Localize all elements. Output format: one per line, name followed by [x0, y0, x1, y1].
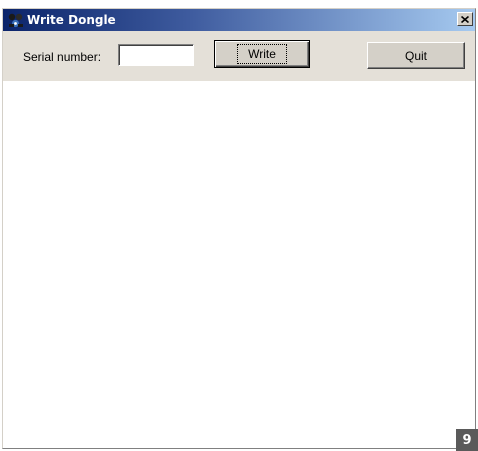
output-area: [3, 81, 475, 448]
dongle-app-icon: [6, 12, 24, 28]
close-button[interactable]: [457, 12, 473, 26]
write-button[interactable]: Write: [214, 40, 310, 68]
serial-number-label: Serial number:: [23, 50, 102, 64]
serial-number-input[interactable]: [118, 44, 194, 66]
title-bar[interactable]: Write Dongle: [3, 9, 475, 31]
quit-button-label: Quit: [404, 48, 427, 63]
window-title: Write Dongle: [27, 13, 116, 27]
close-icon: [460, 10, 470, 28]
write-button-label: Write: [237, 44, 287, 64]
control-panel: Serial number: Write Quit: [3, 31, 475, 81]
page-number-badge: 9: [456, 429, 478, 451]
write-dongle-window: Write Dongle Serial number: Write Quit: [2, 8, 476, 449]
quit-button[interactable]: Quit: [367, 42, 465, 69]
